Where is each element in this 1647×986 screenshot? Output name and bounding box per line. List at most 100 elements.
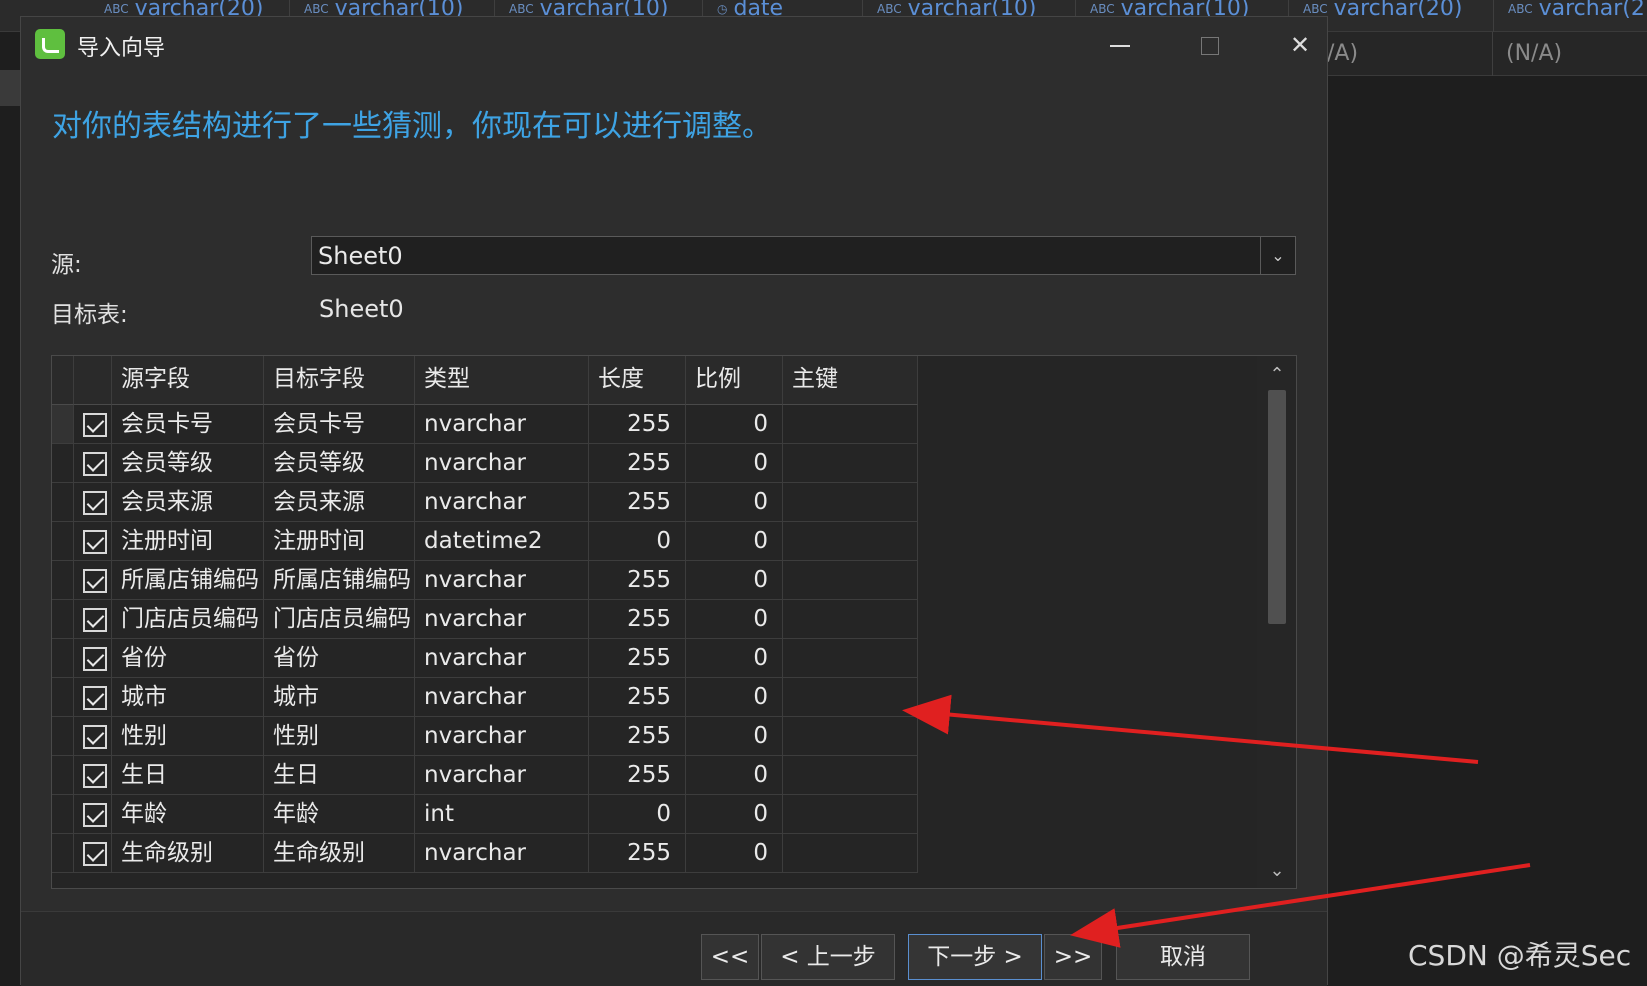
- type-cell[interactable]: nvarchar: [415, 483, 589, 522]
- type-cell[interactable]: nvarchar: [415, 600, 589, 639]
- checkbox-checked-icon[interactable]: [83, 491, 107, 515]
- type-cell[interactable]: nvarchar: [415, 444, 589, 483]
- source-field-cell[interactable]: 会员等级: [112, 444, 264, 483]
- source-field-cell[interactable]: 生日: [112, 756, 264, 795]
- source-field-cell[interactable]: 城市: [112, 678, 264, 717]
- type-cell[interactable]: nvarchar: [415, 561, 589, 600]
- checkbox-checked-icon[interactable]: [83, 530, 107, 554]
- primary-key-cell[interactable]: [783, 444, 918, 483]
- source-field-cell[interactable]: 年龄: [112, 795, 264, 834]
- target-field-cell[interactable]: 性别: [264, 717, 415, 756]
- row-indicator[interactable]: [52, 600, 74, 639]
- target-field-cell[interactable]: 会员等级: [264, 444, 415, 483]
- target-field-cell[interactable]: 注册时间: [264, 522, 415, 561]
- row-indicator[interactable]: [52, 834, 74, 873]
- target-field-cell[interactable]: 门店店员编码: [264, 600, 415, 639]
- length-cell[interactable]: 255: [589, 405, 686, 444]
- target-field-cell[interactable]: 所属店铺编码: [264, 561, 415, 600]
- type-cell[interactable]: datetime2: [415, 522, 589, 561]
- next-step-button[interactable]: 下一步 >: [908, 934, 1042, 980]
- checkbox-checked-icon[interactable]: [83, 569, 107, 593]
- minimize-button[interactable]: [1075, 17, 1165, 73]
- row-checkbox-cell[interactable]: [74, 600, 112, 639]
- scale-cell[interactable]: 0: [686, 795, 783, 834]
- row-indicator[interactable]: [52, 795, 74, 834]
- length-cell[interactable]: 255: [589, 444, 686, 483]
- length-cell[interactable]: 255: [589, 834, 686, 873]
- header-type[interactable]: 类型: [415, 356, 589, 405]
- type-cell[interactable]: nvarchar: [415, 717, 589, 756]
- header-source-field[interactable]: 源字段: [112, 356, 264, 405]
- primary-key-cell[interactable]: [783, 639, 918, 678]
- row-checkbox-cell[interactable]: [74, 483, 112, 522]
- type-cell[interactable]: nvarchar: [415, 678, 589, 717]
- source-field-cell[interactable]: 性别: [112, 717, 264, 756]
- scale-cell[interactable]: 0: [686, 561, 783, 600]
- row-checkbox-cell[interactable]: [74, 522, 112, 561]
- previous-step-button[interactable]: < 上一步: [761, 934, 895, 980]
- checkbox-checked-icon[interactable]: [83, 452, 107, 476]
- checkbox-checked-icon[interactable]: [83, 686, 107, 710]
- source-select[interactable]: Sheet0 ⌄: [311, 236, 1296, 275]
- scale-cell[interactable]: 0: [686, 639, 783, 678]
- type-cell[interactable]: int: [415, 795, 589, 834]
- length-cell[interactable]: 255: [589, 600, 686, 639]
- scale-cell[interactable]: 0: [686, 717, 783, 756]
- primary-key-cell[interactable]: [783, 756, 918, 795]
- primary-key-cell[interactable]: [783, 600, 918, 639]
- checkbox-checked-icon[interactable]: [83, 413, 107, 437]
- row-indicator[interactable]: [52, 756, 74, 795]
- source-field-cell[interactable]: 注册时间: [112, 522, 264, 561]
- source-field-cell[interactable]: 门店店员编码: [112, 600, 264, 639]
- row-checkbox-cell[interactable]: [74, 795, 112, 834]
- target-field-cell[interactable]: 生命级别: [264, 834, 415, 873]
- length-cell[interactable]: 255: [589, 561, 686, 600]
- checkbox-checked-icon[interactable]: [83, 647, 107, 671]
- scale-cell[interactable]: 0: [686, 756, 783, 795]
- row-indicator[interactable]: [52, 444, 74, 483]
- checkbox-checked-icon[interactable]: [83, 764, 107, 788]
- source-field-cell[interactable]: 所属店铺编码: [112, 561, 264, 600]
- target-field-cell[interactable]: 生日: [264, 756, 415, 795]
- type-cell[interactable]: nvarchar: [415, 405, 589, 444]
- primary-key-cell[interactable]: [783, 561, 918, 600]
- row-indicator[interactable]: [52, 561, 74, 600]
- target-field-cell[interactable]: 会员来源: [264, 483, 415, 522]
- length-cell[interactable]: 255: [589, 639, 686, 678]
- chevron-down-icon[interactable]: ⌄: [1257, 856, 1296, 886]
- last-step-button[interactable]: >>: [1044, 934, 1102, 980]
- checkbox-checked-icon[interactable]: [83, 608, 107, 632]
- header-scale[interactable]: 比例: [686, 356, 783, 405]
- scale-cell[interactable]: 0: [686, 678, 783, 717]
- row-checkbox-cell[interactable]: [74, 561, 112, 600]
- type-cell[interactable]: nvarchar: [415, 756, 589, 795]
- type-cell[interactable]: nvarchar: [415, 834, 589, 873]
- title-bar[interactable]: 导入向导 ✕: [21, 17, 1327, 73]
- scale-cell[interactable]: 0: [686, 405, 783, 444]
- row-indicator[interactable]: [52, 678, 74, 717]
- primary-key-cell[interactable]: [783, 678, 918, 717]
- row-indicator[interactable]: [52, 405, 74, 444]
- primary-key-cell[interactable]: [783, 795, 918, 834]
- source-field-cell[interactable]: 生命级别: [112, 834, 264, 873]
- length-cell[interactable]: 255: [589, 717, 686, 756]
- header-primary-key[interactable]: 主键: [783, 356, 918, 405]
- source-field-cell[interactable]: 会员卡号: [112, 405, 264, 444]
- length-cell[interactable]: 255: [589, 483, 686, 522]
- target-field-cell[interactable]: 年龄: [264, 795, 415, 834]
- header-target-field[interactable]: 目标字段: [264, 356, 415, 405]
- row-checkbox-cell[interactable]: [74, 405, 112, 444]
- target-field-cell[interactable]: 省份: [264, 639, 415, 678]
- scale-cell[interactable]: 0: [686, 522, 783, 561]
- checkbox-checked-icon[interactable]: [83, 842, 107, 866]
- row-indicator[interactable]: [52, 717, 74, 756]
- target-field-cell[interactable]: 会员卡号: [264, 405, 415, 444]
- target-field-cell[interactable]: 城市: [264, 678, 415, 717]
- scrollbar-thumb[interactable]: [1268, 390, 1286, 624]
- row-checkbox-cell[interactable]: [74, 444, 112, 483]
- length-cell[interactable]: 255: [589, 678, 686, 717]
- row-checkbox-cell[interactable]: [74, 678, 112, 717]
- type-cell[interactable]: nvarchar: [415, 639, 589, 678]
- source-field-cell[interactable]: 省份: [112, 639, 264, 678]
- length-cell[interactable]: 0: [589, 522, 686, 561]
